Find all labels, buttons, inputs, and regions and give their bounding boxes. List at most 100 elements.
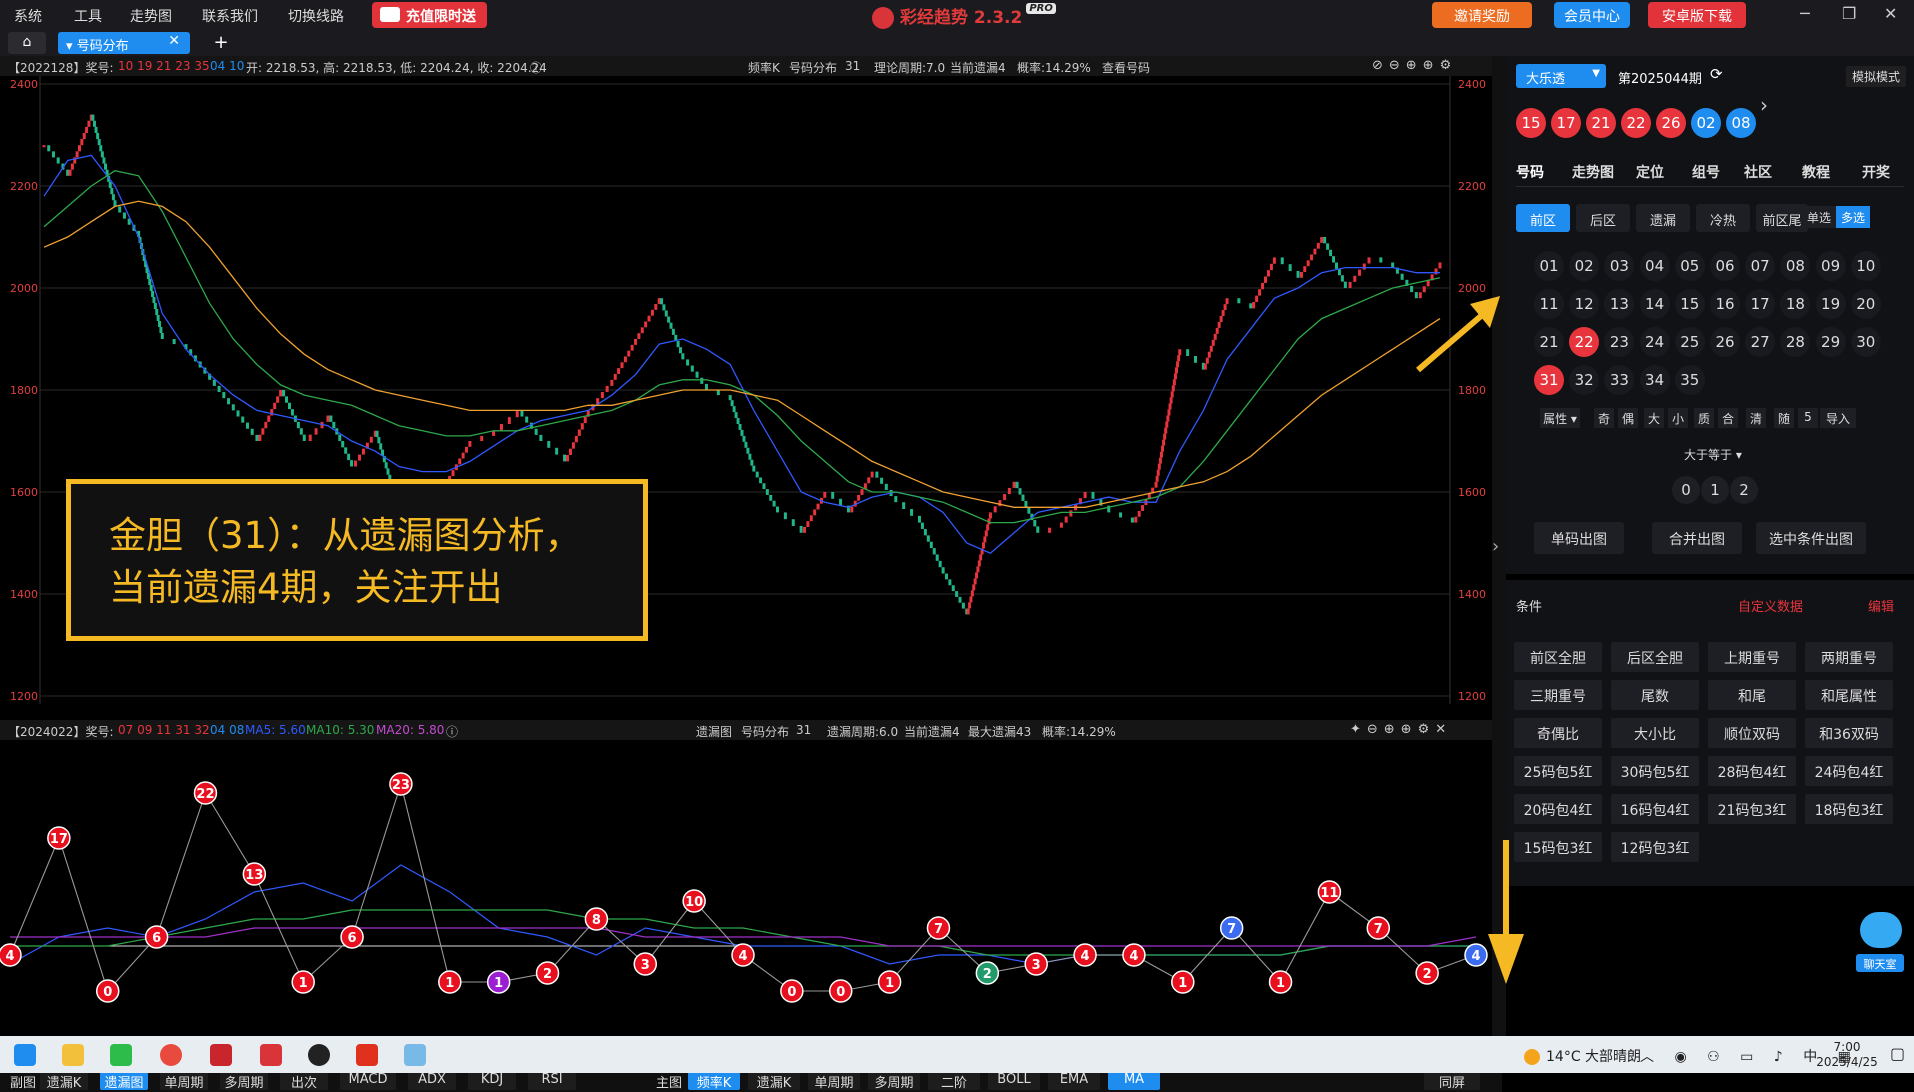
nav-tab-5[interactable]: 教程 xyxy=(1802,162,1830,182)
wechat-icon[interactable] xyxy=(110,1044,132,1066)
number-ball[interactable]: 03 xyxy=(1604,251,1635,281)
nav-tab-3[interactable]: 组号 xyxy=(1692,162,1720,182)
condition-button[interactable]: 24码包4红 xyxy=(1805,756,1893,786)
nav-tab-0[interactable]: 号码 xyxy=(1516,162,1544,182)
edit-link[interactable]: 编辑 xyxy=(1868,596,1894,615)
help-icon[interactable]: ⓘ xyxy=(530,59,542,76)
nav-tab-1[interactable]: 走势图 xyxy=(1572,162,1614,182)
number-ball[interactable]: 10 xyxy=(1850,251,1881,281)
sub-tab-2[interactable]: 遗漏 xyxy=(1636,204,1690,232)
number-ball[interactable]: 15 xyxy=(1674,289,1705,319)
condition-button[interactable]: 15码包3红 xyxy=(1514,832,1602,862)
condition-button[interactable]: 前区全胆 xyxy=(1514,642,1602,672)
number-ball[interactable]: 04 xyxy=(1639,251,1670,281)
number-ball[interactable]: 26 xyxy=(1710,327,1740,357)
main-chart-1[interactable]: 遗漏K xyxy=(748,1070,800,1091)
number-ball[interactable]: 06 xyxy=(1710,251,1740,281)
number-ball[interactable]: 23 xyxy=(1604,327,1635,357)
condition-button[interactable]: 和尾 xyxy=(1708,680,1796,710)
action-button-1[interactable]: 合并出图 xyxy=(1652,522,1742,554)
number-ball[interactable]: 25 xyxy=(1674,327,1705,357)
condition-button[interactable]: 两期重号 xyxy=(1805,642,1893,672)
condition-button[interactable]: 和尾属性 xyxy=(1805,680,1893,710)
nav-tab-2[interactable]: 定位 xyxy=(1636,162,1664,182)
qq-icon[interactable] xyxy=(308,1044,330,1066)
number-ball[interactable]: 21 xyxy=(1534,327,1564,357)
refresh-icon[interactable]: ⟳ xyxy=(1710,65,1723,83)
attr-button-7[interactable]: 清 xyxy=(1746,408,1766,428)
sub-chart-5[interactable]: MACD xyxy=(340,1070,396,1090)
number-ball[interactable]: 27 xyxy=(1745,327,1776,357)
tab-number-distribution[interactable]: ▾ 号码分布 ✕ xyxy=(58,32,190,54)
count-option[interactable]: 0 xyxy=(1672,476,1700,504)
sub-chart-2[interactable]: 单周期 xyxy=(160,1070,208,1091)
main-chart-4[interactable]: 二阶 xyxy=(928,1070,980,1091)
same-screen-button[interactable]: 同屏 xyxy=(1424,1070,1480,1091)
close-icon[interactable]: ✕ xyxy=(1884,4,1897,23)
attr-button-2[interactable]: 偶 xyxy=(1618,408,1638,428)
number-ball[interactable]: 12 xyxy=(1569,289,1600,319)
number-ball[interactable]: 34 xyxy=(1639,365,1670,395)
notification-icon[interactable]: ▢ xyxy=(1890,1044,1905,1063)
sub-chart-1[interactable]: 遗漏图 xyxy=(100,1070,148,1091)
nav-tab-4[interactable]: 社区 xyxy=(1744,162,1772,182)
panel-splitter[interactable]: › xyxy=(1492,56,1506,1036)
number-ball[interactable]: 30 xyxy=(1850,327,1881,357)
home-icon[interactable]: ⌂ xyxy=(8,32,46,54)
number-ball[interactable]: 02 xyxy=(1569,251,1600,281)
tab-close-icon[interactable]: ✕ xyxy=(168,33,180,49)
count-option[interactable]: 1 xyxy=(1701,476,1729,504)
wps-icon[interactable] xyxy=(356,1044,378,1066)
weather-widget[interactable]: 14°C 大部晴朗 xyxy=(1524,1046,1641,1066)
action-button-2[interactable]: 选中条件出图 xyxy=(1756,522,1866,554)
number-ball[interactable]: 32 xyxy=(1569,365,1600,395)
invite-button[interactable]: 邀请奖励 xyxy=(1432,2,1532,28)
attr-button-5[interactable]: 质 xyxy=(1694,408,1714,428)
number-ball[interactable]: 29 xyxy=(1815,327,1846,357)
menu-tools[interactable]: 工具 xyxy=(74,6,102,26)
nav-tab-6[interactable]: 开奖 xyxy=(1862,162,1890,182)
android-download-button[interactable]: 安卓版下载 xyxy=(1648,2,1746,28)
main-chart-5[interactable]: BOLL xyxy=(988,1070,1040,1090)
sub-tab-0[interactable]: 前区 xyxy=(1516,204,1570,232)
minimize-icon[interactable]: ─ xyxy=(1800,4,1810,23)
attr-button-8[interactable]: 随 xyxy=(1774,408,1794,428)
main-chart-7[interactable]: MA xyxy=(1108,1070,1160,1090)
number-ball[interactable]: 13 xyxy=(1604,289,1635,319)
file-explorer-icon[interactable] xyxy=(62,1044,84,1066)
number-ball[interactable]: 20 xyxy=(1850,289,1881,319)
pane2-controls[interactable]: ✦⊖⊕⊕⚙✕ xyxy=(1350,722,1452,737)
number-ball[interactable]: 33 xyxy=(1604,365,1635,395)
number-ball[interactable]: 01 xyxy=(1534,251,1564,281)
multi-select-button[interactable]: 多选 xyxy=(1836,206,1870,228)
number-ball[interactable]: 22 xyxy=(1569,327,1600,357)
condition-button[interactable]: 顺位双码 xyxy=(1708,718,1796,748)
condition-button[interactable]: 25码包5红 xyxy=(1514,756,1602,786)
attr-button-9[interactable]: 5 xyxy=(1798,408,1818,428)
condition-button[interactable]: 上期重号 xyxy=(1708,642,1796,672)
lottery-app-icon[interactable] xyxy=(260,1044,282,1066)
chevron-right-icon[interactable]: › xyxy=(1760,93,1768,117)
number-ball[interactable]: 24 xyxy=(1639,327,1670,357)
condition-button[interactable]: 后区全胆 xyxy=(1611,642,1699,672)
sub-chart-4[interactable]: 出次 xyxy=(280,1070,328,1091)
number-ball[interactable]: 16 xyxy=(1710,289,1740,319)
sub-chart-8[interactable]: RSI xyxy=(528,1070,576,1090)
condition-button[interactable]: 尾数 xyxy=(1611,680,1699,710)
chevron-right-icon[interactable]: › xyxy=(1492,536,1499,557)
number-ball[interactable]: 18 xyxy=(1780,289,1811,319)
number-ball[interactable]: 28 xyxy=(1780,327,1811,357)
condition-button[interactable]: 12码包3红 xyxy=(1611,832,1699,862)
number-ball[interactable]: 14 xyxy=(1639,289,1670,319)
attr-button-3[interactable]: 大 xyxy=(1644,408,1664,428)
menu-contact[interactable]: 联系我们 xyxy=(202,6,258,26)
sub-chart-7[interactable]: KDJ xyxy=(468,1070,516,1090)
custom-data-link[interactable]: 自定义数据 xyxy=(1738,596,1803,615)
main-chart-0[interactable]: 频率K xyxy=(688,1070,740,1091)
condition-button[interactable]: 30码包5红 xyxy=(1611,756,1699,786)
maximize-icon[interactable]: ❐ xyxy=(1842,4,1856,23)
single-select-button[interactable]: 单选 xyxy=(1802,206,1836,228)
condition-button[interactable]: 和36双码 xyxy=(1805,718,1893,748)
count-option[interactable]: 2 xyxy=(1730,476,1758,504)
main-chart-6[interactable]: EMA xyxy=(1048,1070,1100,1090)
